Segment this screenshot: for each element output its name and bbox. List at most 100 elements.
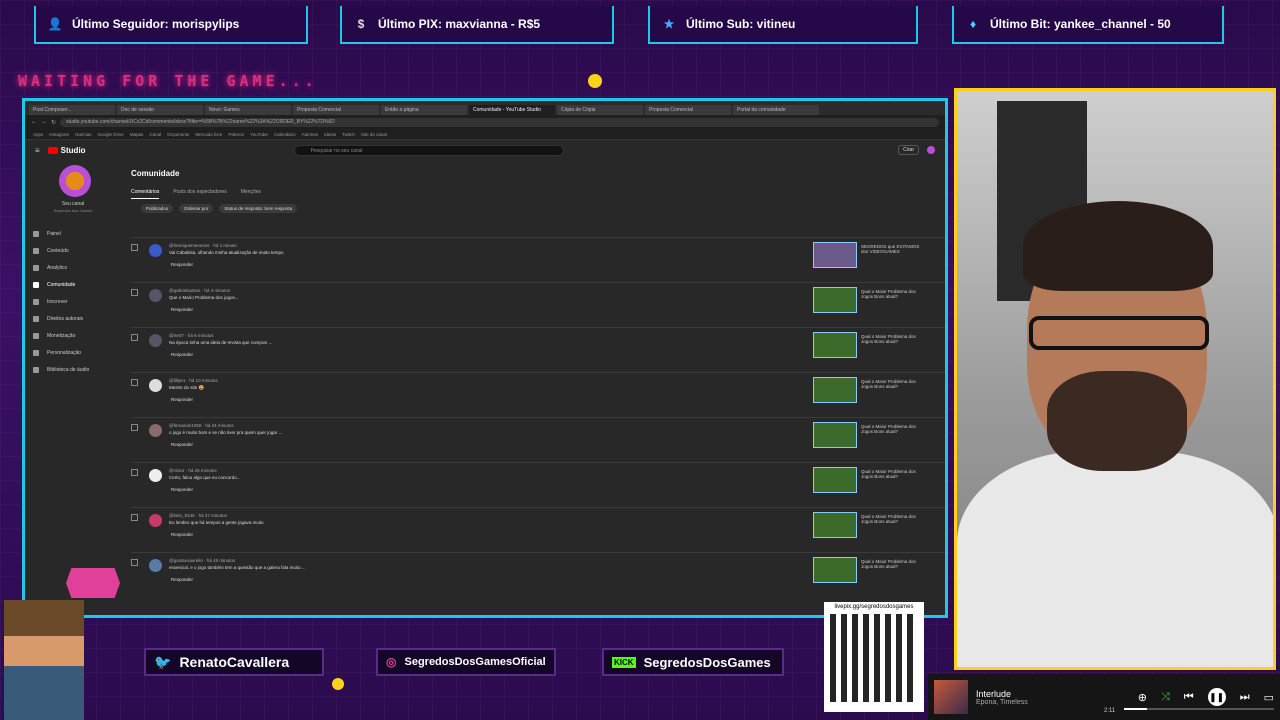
video-thumbnail[interactable]: [813, 512, 857, 538]
bookmark[interactable]: Notícias: [75, 132, 91, 137]
bookmark[interactable]: Instagram: [49, 132, 69, 137]
studio-logo[interactable]: Studio: [47, 146, 86, 155]
address-input[interactable]: studio.youtube.com/channel/UCx2Cd/commen…: [60, 117, 939, 127]
video-thumbnail[interactable]: [813, 332, 857, 358]
bookmark[interactable]: Mapas: [130, 132, 144, 137]
lyrics-icon[interactable]: ▭: [1264, 691, 1274, 704]
bookmark[interactable]: Apps: [33, 132, 43, 137]
video-title[interactable]: SEGREDOS que EVITAMOS dos VIDEOGAMES: [861, 244, 925, 254]
row-checkbox[interactable]: [131, 379, 138, 386]
sidebar-item-direitos[interactable]: Direitos autorais: [33, 310, 89, 327]
shuffle-icon[interactable]: ⤨: [1161, 691, 1170, 704]
reply-button[interactable]: Responder: [171, 307, 193, 312]
reply-button[interactable]: Responder: [171, 352, 193, 357]
video-title[interactable]: Qual o Maior Problema dos Jogos Bons atu…: [861, 289, 925, 299]
avatar[interactable]: [927, 146, 935, 154]
sidebar-item-monetizacao[interactable]: Monetização: [33, 327, 89, 344]
browser-tab[interactable]: Portal da comunidade: [733, 105, 819, 115]
browser-tab[interactable]: Então a página: [381, 105, 467, 115]
sidebar-item-comunidade[interactable]: Comunidade: [33, 276, 89, 293]
next-icon[interactable]: ⏭: [1240, 691, 1250, 704]
comment-row: @victor · há 26 minutos Certo, falou alg…: [131, 462, 945, 507]
tab-viewer-posts[interactable]: Posts dos espectadores: [173, 189, 226, 199]
video-thumbnail[interactable]: [813, 287, 857, 313]
bookmark[interactable]: YouTube: [250, 132, 268, 137]
tab-mentions[interactable]: Menções: [241, 189, 261, 199]
reply-button[interactable]: Responder: [171, 487, 193, 492]
bookmark[interactable]: Google Drive: [98, 132, 124, 137]
comment-author[interactable]: @filipe1 · há 10 minutos: [169, 378, 218, 383]
comment-author[interactable]: @kato_0445 · há 27 minutos: [169, 513, 227, 518]
filter-chip[interactable]: Publicados: [141, 204, 174, 213]
bookmark[interactable]: Canal: [149, 132, 161, 137]
search-input[interactable]: Pesquisar no seu canal: [293, 144, 564, 156]
comment-author[interactable]: @victor · há 26 minutos: [169, 468, 217, 473]
social-kick: KICK SegredosDosGames: [602, 648, 784, 676]
browser-tab[interactable]: Novo: Games: [205, 105, 291, 115]
social-twitter: 🐦 RenatoCavallera: [144, 648, 324, 676]
reply-button[interactable]: Responder: [171, 532, 193, 537]
row-checkbox[interactable]: [131, 559, 138, 566]
back-icon[interactable]: ←: [31, 119, 37, 125]
video-thumbnail[interactable]: [813, 557, 857, 583]
bookmark[interactable]: Calendário: [274, 132, 296, 137]
create-button[interactable]: Criar: [898, 145, 919, 155]
comment-author[interactable]: @fernando1050 · há 24 minutos: [169, 423, 234, 428]
bookmark[interactable]: Mercado livre: [195, 132, 222, 137]
browser-tab[interactable]: Proposta Comercial: [645, 105, 731, 115]
row-checkbox[interactable]: [131, 514, 138, 521]
video-title[interactable]: Qual o Maior Problema dos Jogos Bons atu…: [861, 334, 925, 344]
video-thumbnail[interactable]: [813, 422, 857, 448]
row-checkbox[interactable]: [131, 244, 138, 251]
bookmark[interactable]: Patreon: [228, 132, 244, 137]
sidebar-item-painel[interactable]: Painel: [33, 225, 89, 242]
video-thumbnail[interactable]: [813, 467, 857, 493]
browser-tab-active[interactable]: Comunidade - YouTube Studio: [469, 105, 555, 115]
menu-icon[interactable]: ≡: [35, 146, 40, 155]
forward-icon[interactable]: →: [41, 119, 47, 125]
bookmark[interactable]: Ideias: [324, 132, 336, 137]
filter-chip[interactable]: Ordenar por: [179, 204, 214, 213]
add-icon[interactable]: ⊕: [1138, 691, 1147, 704]
reply-button[interactable]: Responder: [171, 577, 193, 582]
progress-bar[interactable]: [1124, 708, 1274, 710]
row-checkbox[interactable]: [131, 289, 138, 296]
row-checkbox[interactable]: [131, 424, 138, 431]
comment-author[interactable]: @gustavoaurelio · há 45 minutos: [169, 558, 235, 563]
browser-tab[interactable]: Doc de sessão: [117, 105, 203, 115]
sidebar-item-audio[interactable]: Biblioteca de áudio: [33, 361, 89, 378]
browser-tab[interactable]: Proposta Comercial: [293, 105, 379, 115]
video-title[interactable]: Qual o Maior Problema dos Jogos Bons atu…: [861, 379, 925, 389]
browser-tab[interactable]: Post Composer...: [29, 105, 115, 115]
pause-icon[interactable]: ❚❚: [1207, 688, 1226, 706]
comment-author[interactable]: @henriquemenezes · há 1 minuto: [169, 243, 237, 248]
bookmark[interactable]: Alarmes: [302, 132, 319, 137]
video-title[interactable]: Qual o Maior Problema dos Jogos Bons atu…: [861, 469, 925, 479]
channel-avatar[interactable]: [59, 165, 91, 197]
reload-icon[interactable]: ↻: [51, 119, 56, 126]
browser-tab[interactable]: Cópia de Cópia: [557, 105, 643, 115]
video-title[interactable]: Qual o Maior Problema dos Jogos Bons atu…: [861, 559, 925, 569]
reply-button[interactable]: Responder: [171, 442, 193, 447]
video-title[interactable]: Qual o Maior Problema dos Jogos Bons atu…: [861, 514, 925, 524]
comment-author[interactable]: @gabrielsantos · há 4 minutos: [169, 288, 230, 293]
bookmark[interactable]: Orçamento: [167, 132, 189, 137]
bookmark[interactable]: Site do canal: [361, 132, 387, 137]
sidebar-item-inscrever[interactable]: Inscrever: [33, 293, 89, 310]
sidebar-item-personalizacao[interactable]: Personalização: [33, 344, 89, 361]
previous-icon[interactable]: ⏮: [1184, 691, 1194, 704]
reply-button[interactable]: Responder: [171, 397, 193, 402]
video-thumbnail[interactable]: [813, 242, 857, 268]
reply-button[interactable]: Responder: [171, 262, 193, 267]
video-title[interactable]: Qual o Maior Problema dos Jogos Bons atu…: [861, 424, 925, 434]
sidebar-item-analytics[interactable]: Analytics: [33, 259, 89, 276]
row-checkbox[interactable]: [131, 334, 138, 341]
qr-code-icon[interactable]: [830, 614, 918, 702]
comment-author[interactable]: @rte07 · há 6 minutos: [169, 333, 214, 338]
tab-comments[interactable]: Comentários: [131, 189, 160, 199]
sidebar-item-conteudo[interactable]: Conteúdo: [33, 242, 89, 259]
row-checkbox[interactable]: [131, 469, 138, 476]
video-thumbnail[interactable]: [813, 377, 857, 403]
bookmark[interactable]: Twitch: [342, 132, 355, 137]
filter-chip[interactable]: Status de resposta: Sem resposta: [219, 204, 298, 213]
